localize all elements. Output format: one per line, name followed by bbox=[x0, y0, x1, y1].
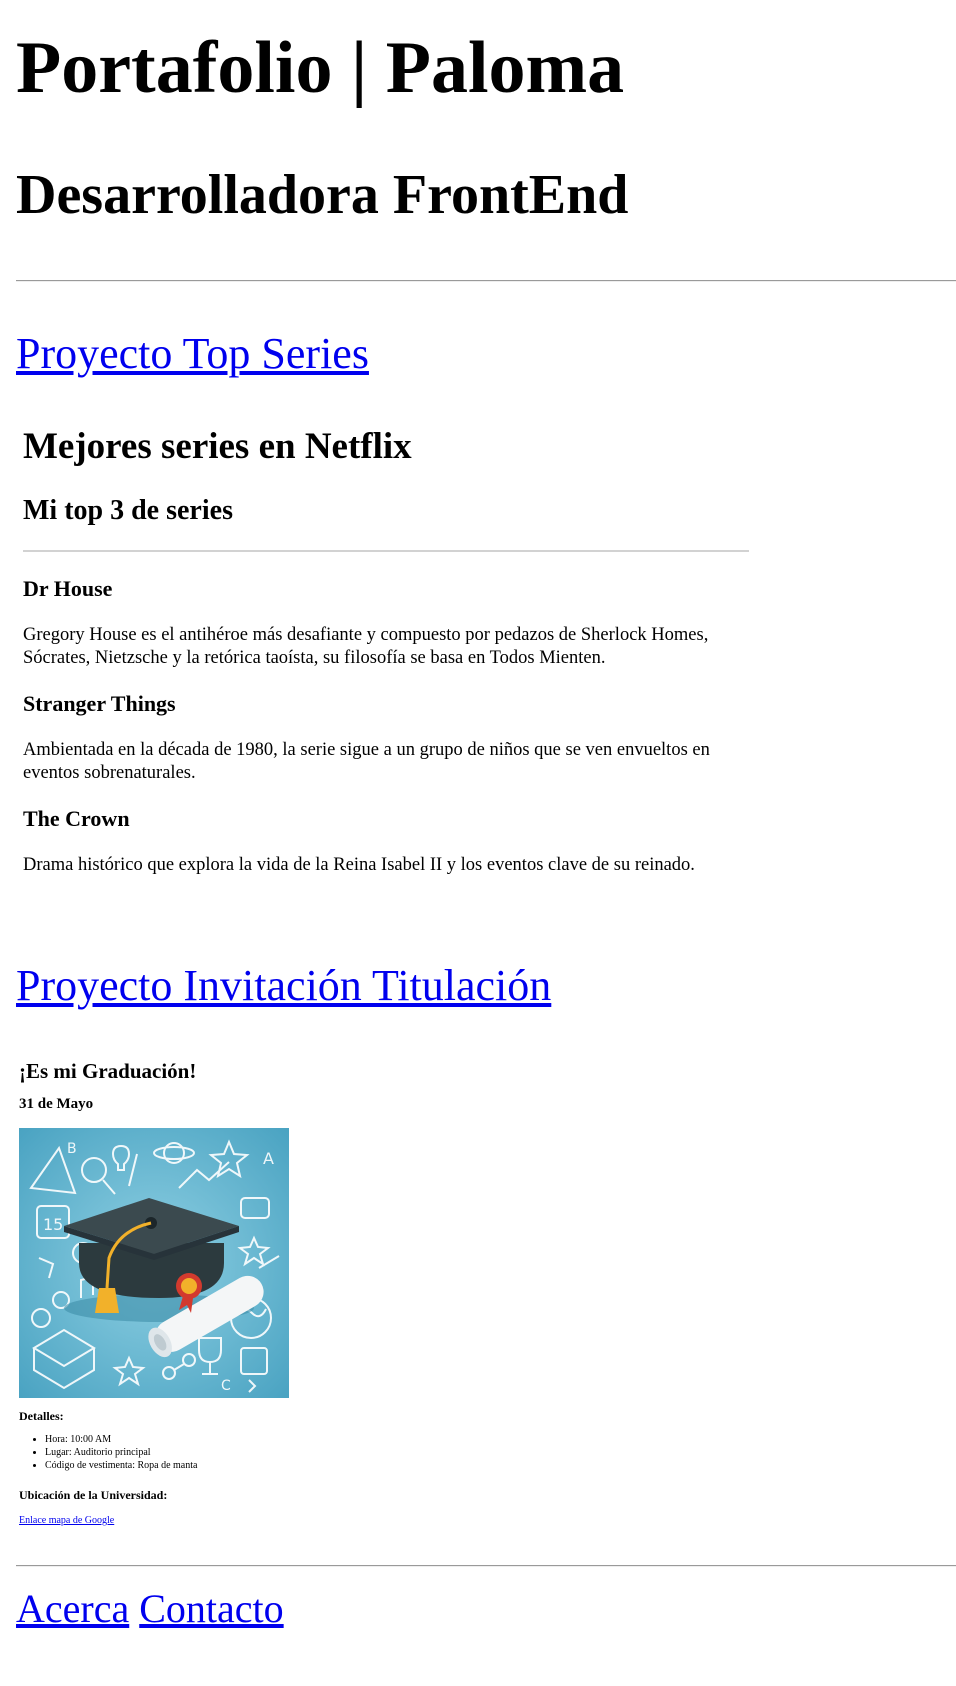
google-maps-link[interactable]: Enlace mapa de Google bbox=[19, 1515, 114, 1527]
project-invitation-link[interactable]: Proyecto Invitación Titulación bbox=[16, 960, 551, 1012]
location-heading: Ubicación de la Universidad: bbox=[19, 1488, 168, 1502]
series-description: Drama histórico que explora la vida de l… bbox=[23, 855, 695, 875]
details-list: Hora: 10:00 AM Lugar: Auditorio principa… bbox=[19, 1433, 197, 1472]
graduation-image: B A 15 C bbox=[19, 1128, 289, 1398]
series-description: Gregory House es el antihéroe más desafi… bbox=[23, 625, 709, 668]
series-divider bbox=[23, 550, 749, 552]
list-item: Código de vestimenta: Ropa de manta bbox=[45, 1459, 197, 1472]
project-top-series-link[interactable]: Proyecto Top Series bbox=[16, 328, 369, 380]
series-page-subtitle: Mi top 3 de series bbox=[23, 495, 233, 526]
list-item: Lugar: Auditorio principal bbox=[45, 1446, 197, 1459]
invitation-title: ¡Es mi Graduación! bbox=[19, 1059, 197, 1083]
series-name: Stranger Things bbox=[23, 691, 176, 716]
svg-text:B: B bbox=[67, 1141, 77, 1157]
details-heading: Detalles: bbox=[19, 1409, 64, 1423]
series-name: The Crown bbox=[23, 806, 130, 831]
site-subtitle: Desarrolladora FrontEnd bbox=[16, 164, 629, 226]
invitation-embed: ¡Es mi Graduación! 31 de Mayo B A 15 C D… bbox=[16, 1050, 316, 1538]
site-title: Portafolio | Paloma bbox=[16, 27, 625, 109]
series-description: Ambientada en la década de 1980, la seri… bbox=[23, 740, 710, 783]
footer-nav: Acerca Contacto bbox=[16, 1585, 284, 1633]
series-name: Dr House bbox=[23, 576, 113, 601]
contact-link[interactable]: Contacto bbox=[139, 1586, 283, 1631]
list-item: Hora: 10:00 AM bbox=[45, 1433, 197, 1446]
top-series-embed: Mejores series en Netflix Mi top 3 de se… bbox=[16, 405, 751, 880]
svg-text:A: A bbox=[263, 1149, 274, 1168]
footer-divider bbox=[16, 1565, 956, 1567]
invitation-date: 31 de Mayo bbox=[19, 1096, 94, 1112]
svg-text:C: C bbox=[221, 1378, 231, 1394]
svg-text:15: 15 bbox=[43, 1215, 63, 1234]
about-link[interactable]: Acerca bbox=[16, 1586, 129, 1631]
series-page-title: Mejores series en Netflix bbox=[23, 426, 412, 467]
header-divider bbox=[16, 280, 956, 282]
